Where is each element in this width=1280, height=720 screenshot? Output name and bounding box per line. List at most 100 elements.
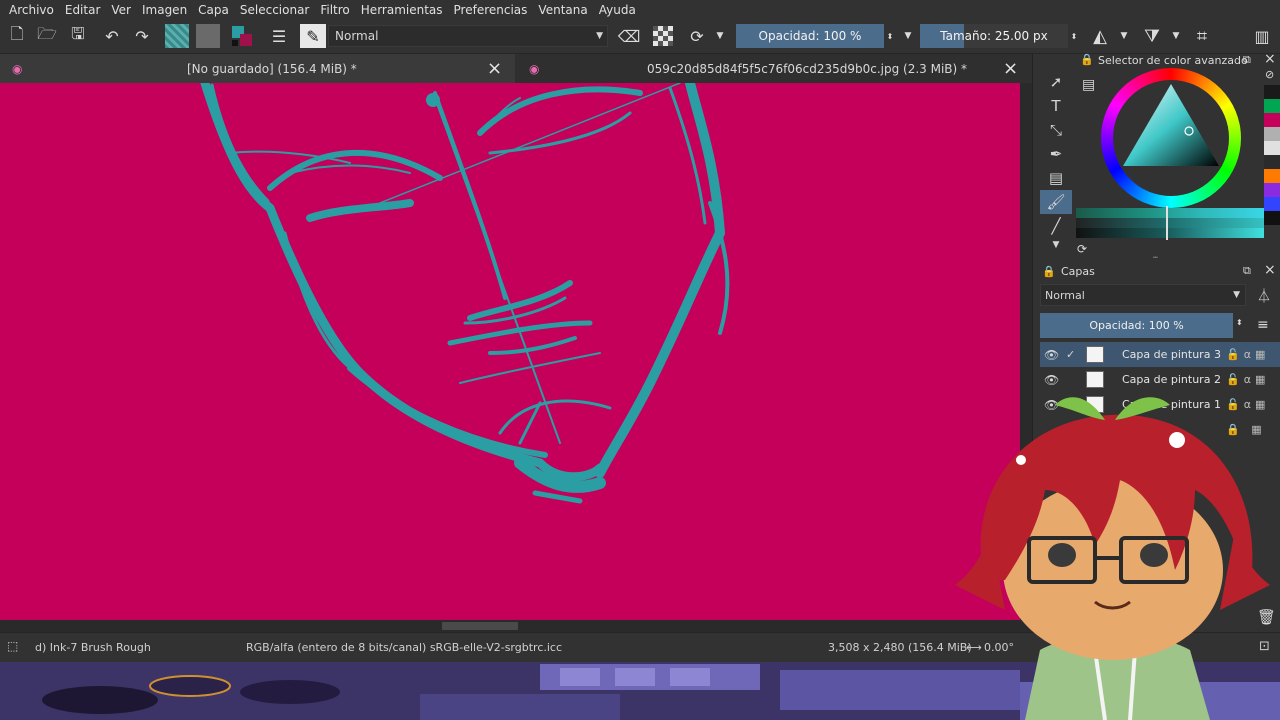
menu-preferencias[interactable]: Preferencias	[454, 3, 528, 17]
scrollbar-thumb[interactable]	[442, 622, 518, 630]
mirror-vertical-icon[interactable]: ⧩	[1140, 24, 1164, 48]
tab-jpg[interactable]: ◉ 059c20d85d84f5f5c76f06cd235d9b0c.jpg (…	[517, 54, 1032, 83]
swatch[interactable]	[1264, 85, 1280, 99]
color-wheel[interactable]	[1101, 68, 1241, 208]
layer-opacity-slider[interactable]: Opacidad: 100 %	[1040, 313, 1233, 338]
brush-preset-icon[interactable]: ✎	[300, 24, 326, 48]
eraser-icon[interactable]: ⌫	[618, 24, 641, 48]
edit-shape-tool-icon[interactable]: ⤡	[1040, 118, 1072, 142]
layer-blend-mode-select[interactable]: Normal ▼	[1040, 284, 1246, 306]
saturation-slider[interactable]	[1076, 218, 1264, 228]
open-icon[interactable]: 🗁	[36, 24, 58, 48]
blend-mode-select[interactable]: Normal ▼	[328, 25, 608, 47]
horizontal-scrollbar[interactable]	[0, 620, 1020, 632]
close-icon[interactable]: ×	[487, 58, 502, 79]
refresh-icon[interactable]: ⟳	[1077, 242, 1087, 256]
lock-icon[interactable]: 🔒	[1080, 53, 1094, 66]
menu-imagen[interactable]: Imagen	[142, 3, 187, 17]
gradient-icon[interactable]	[165, 24, 189, 48]
value-slider[interactable]	[1076, 228, 1264, 238]
swatch[interactable]	[1264, 141, 1280, 155]
drawing-canvas[interactable]	[0, 83, 1020, 620]
opacity-slider[interactable]: Opacidad: 100 %	[736, 24, 884, 48]
pattern-icon[interactable]	[196, 24, 220, 48]
mirror-vertical-chevron-icon[interactable]: ▼	[1168, 24, 1184, 48]
selection-icon[interactable]: ⬚	[7, 639, 18, 653]
calligraphy-tool-icon[interactable]: ✒	[1040, 142, 1072, 166]
swatch[interactable]	[1264, 155, 1280, 169]
menu-filtro[interactable]: Filtro	[320, 3, 349, 17]
redo-icon[interactable]: ↷	[131, 24, 153, 48]
new-document-icon[interactable]: 🗋	[6, 24, 28, 48]
menu-icon[interactable]: ≡	[1257, 317, 1269, 333]
blend-mode-value: Normal	[335, 29, 379, 43]
menu-capa[interactable]: Capa	[198, 3, 229, 17]
layer-opacity-value: Opacidad: 100 %	[1089, 319, 1184, 332]
brush-tool-icon[interactable]: 🖌	[1040, 190, 1072, 214]
size-value: Tamaño: 25.00 px	[940, 29, 1048, 43]
gradient-tool-icon[interactable]: ▤	[1040, 166, 1072, 190]
eye-icon[interactable]: 👁	[1044, 348, 1059, 362]
close-icon[interactable]: ×	[1264, 262, 1276, 278]
menu-ver[interactable]: Ver	[111, 3, 131, 17]
reset-icon[interactable]: ⊘	[1265, 68, 1274, 81]
colors-icon[interactable]	[230, 24, 256, 48]
opacity-menu-chevron-icon[interactable]: ▼	[900, 24, 916, 48]
text-tool-icon[interactable]: T	[1040, 94, 1072, 118]
select-tool-icon[interactable]: ➚	[1040, 70, 1072, 94]
size-stepper-icon[interactable]: ⬍	[1068, 24, 1080, 48]
check-icon[interactable]: ✓	[1066, 348, 1075, 361]
wrap-icon[interactable]: ⌗	[1190, 24, 1214, 48]
chevron-down-icon[interactable]: ▼	[1040, 238, 1072, 252]
size-slider[interactable]: Tamaño: 25.00 px	[920, 24, 1068, 48]
layer-flags-icon[interactable]: 🔓⍺▦	[1226, 348, 1269, 361]
menu-ventana[interactable]: Ventana	[538, 3, 587, 17]
splitter-handle[interactable]: ┅	[1153, 253, 1158, 262]
swatch[interactable]	[1264, 127, 1280, 141]
menu-ayuda[interactable]: Ayuda	[599, 3, 636, 17]
color-space: RGB/alfa (entero de 8 bits/canal) sRGB-e…	[246, 641, 563, 654]
menu-seleccionar[interactable]: Seleccionar	[240, 3, 309, 17]
swatch[interactable]	[1264, 169, 1280, 183]
brush-options-icon[interactable]: ☰	[268, 24, 290, 48]
filter-icon[interactable]: ⏃	[1257, 286, 1271, 306]
workspace-icon[interactable]: ▥	[1250, 24, 1274, 48]
swatch[interactable]	[1264, 113, 1280, 127]
save-icon[interactable]: 🖫	[67, 24, 89, 48]
float-panel-icon[interactable]: ⧉	[1243, 264, 1251, 278]
slider-cursor[interactable]	[1166, 206, 1168, 240]
krita-icon: ◉	[529, 61, 540, 76]
opacity-value: Opacidad: 100 %	[758, 29, 862, 43]
toolbox: ➚ T ⤡ ✒ ▤ 🖌 ╱ ▼	[1040, 70, 1072, 252]
layer-thumbnail	[1086, 346, 1104, 363]
float-panel-icon[interactable]: ⧉	[1243, 53, 1251, 67]
swatch[interactable]	[1264, 197, 1280, 211]
layer-row[interactable]: 👁 ✓ Capa de pintura 3 🔓⍺▦	[1040, 342, 1280, 367]
tab-unsaved[interactable]: ◉ [No guardado] (156.4 MiB) * ×	[0, 54, 515, 83]
alpha-lock-icon[interactable]	[652, 24, 674, 48]
opacity-stepper-icon[interactable]: ⬍	[884, 24, 896, 48]
swatch[interactable]	[1264, 183, 1280, 197]
hue-slider[interactable]	[1076, 208, 1264, 218]
reload-menu-chevron-icon[interactable]: ▼	[712, 24, 728, 48]
menu-bar: Archivo Editar Ver Imagen Capa Seleccion…	[0, 0, 1280, 19]
reload-icon[interactable]: ⟳	[686, 24, 708, 48]
close-icon[interactable]: ×	[1003, 58, 1018, 79]
menu-herramientas[interactable]: Herramientas	[361, 3, 443, 17]
mirror-horizontal-icon[interactable]: ◭	[1088, 24, 1112, 48]
close-icon[interactable]: ×	[1264, 51, 1276, 67]
color-selector-title: Selector de color avanzado	[1098, 54, 1248, 67]
list-icon[interactable]: ▤	[1082, 77, 1095, 93]
undo-icon[interactable]: ↶	[101, 24, 123, 48]
swatch[interactable]	[1264, 211, 1280, 225]
swatch[interactable]	[1264, 99, 1280, 113]
face-sketch	[200, 83, 730, 504]
menu-archivo[interactable]: Archivo	[9, 3, 54, 17]
menu-editar[interactable]: Editar	[65, 3, 101, 17]
mirror-horizontal-chevron-icon[interactable]: ▼	[1116, 24, 1132, 48]
line-tool-icon[interactable]: ╱	[1040, 214, 1072, 238]
opacity-stepper-icon[interactable]: ⬍	[1236, 318, 1243, 327]
lock-icon[interactable]: 🔒	[1042, 265, 1056, 278]
brush-name[interactable]: d) Ink-7 Brush Rough	[35, 641, 151, 654]
color-triangle[interactable]	[1101, 68, 1241, 208]
